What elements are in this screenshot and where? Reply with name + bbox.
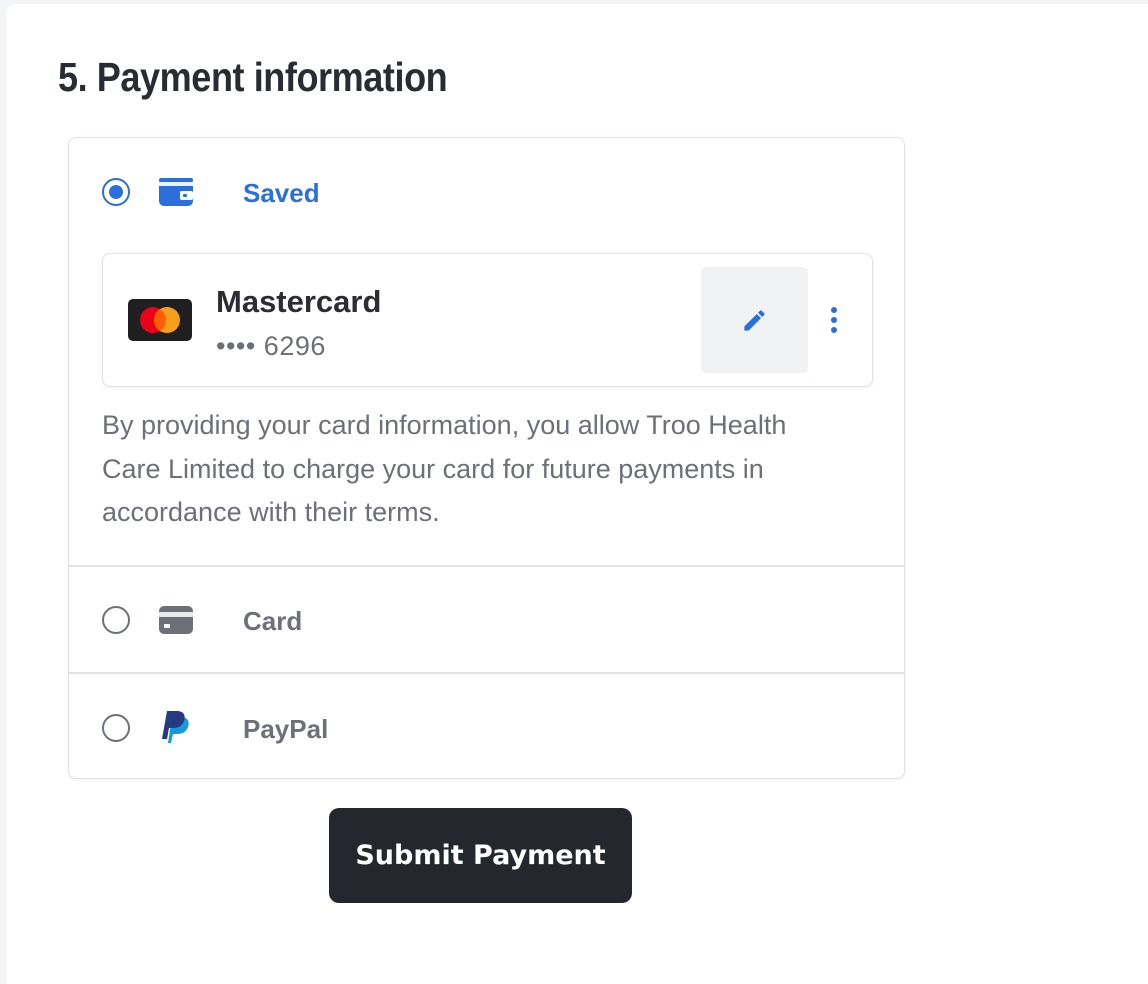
submit-payment-button[interactable]: Submit Payment [329,808,632,903]
paypal-label: PayPal [243,714,329,744]
section-title: 5. Payment information [58,54,448,100]
mastercard-icon [128,299,192,341]
credit-card-icon [159,606,193,639]
wallet-icon [159,178,193,211]
card-label: Card [243,606,303,636]
saved-radio[interactable] [102,178,130,206]
payment-option-paypal[interactable]: PayPal [69,703,904,753]
paypal-icon [159,709,191,750]
card-radio[interactable] [102,606,130,634]
divider [69,672,904,674]
paypal-radio[interactable] [102,714,130,742]
consent-text: By providing your card information, you … [102,410,787,527]
payment-methods-list: Saved Mastercard •••• 6296 By providing … [68,137,905,779]
card-brand: Mastercard [216,284,382,319]
card-more-button[interactable] [825,299,849,339]
edit-card-button[interactable] [701,267,808,373]
card-masked-number: •••• 6296 [216,331,326,361]
divider [69,565,904,567]
saved-card[interactable]: Mastercard •••• 6296 [102,253,873,387]
saved-label: Saved [243,178,320,208]
payment-option-card[interactable]: Card [69,595,904,645]
payment-option-saved[interactable]: Saved [69,168,904,218]
